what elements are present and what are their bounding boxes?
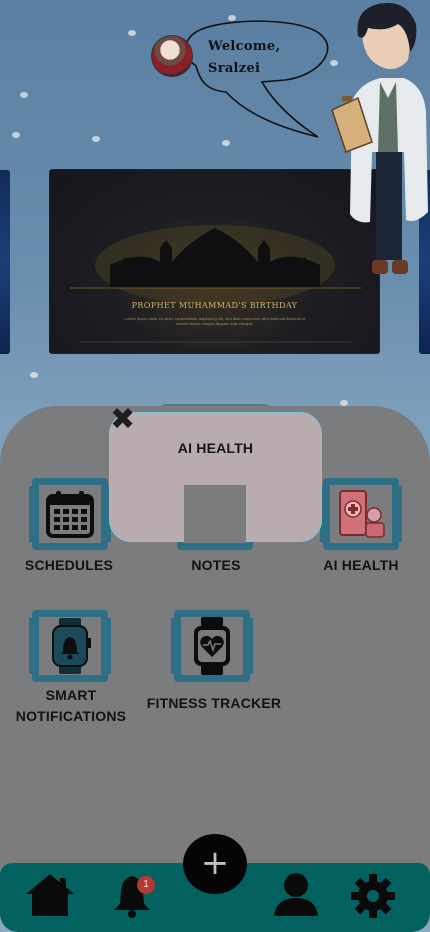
- banner-subtitle: Lorem ipsum dolor sit amet, consectetuer…: [124, 316, 306, 326]
- fitness-tracker-button[interactable]: [171, 610, 253, 682]
- ai-health-button[interactable]: [320, 478, 402, 550]
- add-button[interactable]: +: [183, 834, 247, 894]
- username: Sralzei: [208, 61, 261, 76]
- popup-item-ai-health[interactable]: AI HEALTH: [110, 440, 321, 456]
- close-icon[interactable]: ✖: [110, 405, 136, 435]
- notes-button[interactable]: [174, 478, 256, 550]
- smart-notifications-label-line1: SMART: [45, 687, 97, 703]
- profile-icon[interactable]: [272, 872, 320, 918]
- smart-notifications-label: SMART NOTIFICATIONS: [10, 685, 132, 727]
- snow-particle: [30, 372, 38, 378]
- user-avatar[interactable]: [151, 35, 193, 77]
- smart-notifications-label-line2: NOTIFICATIONS: [15, 708, 127, 724]
- smartwatch-bell-icon: [39, 617, 101, 675]
- smartwatch-heart-icon: [181, 617, 243, 675]
- banner-title: PROPHET MUHAMMAD'S BIRTHDAY: [131, 301, 298, 310]
- home-icon[interactable]: [24, 872, 76, 918]
- calendar-icon: [39, 485, 101, 543]
- welcome-text: Welcome, Sralzei: [208, 36, 280, 80]
- settings-icon[interactable]: [350, 873, 396, 919]
- notification-count-badge: 1: [137, 876, 155, 894]
- carousel-prev-slide[interactable]: [0, 170, 10, 354]
- notes-label: NOTES: [191, 557, 241, 573]
- medical-robot-icon: [330, 485, 392, 543]
- welcome-label: Welcome,: [208, 39, 281, 54]
- fitness-tracker-label: FITNESS TRACKER: [146, 695, 282, 711]
- smart-notifications-button[interactable]: [29, 610, 111, 682]
- app-screen: Welcome, Sralzei PROPHET MUHAMMAD'S BIRT…: [0, 0, 430, 932]
- notes-icon: [184, 485, 246, 543]
- schedules-label: SCHEDULES: [24, 557, 114, 573]
- doctor-mascot-icon: [331, 2, 428, 274]
- ai-health-label: AI HEALTH: [323, 557, 399, 573]
- schedules-button[interactable]: [29, 478, 111, 550]
